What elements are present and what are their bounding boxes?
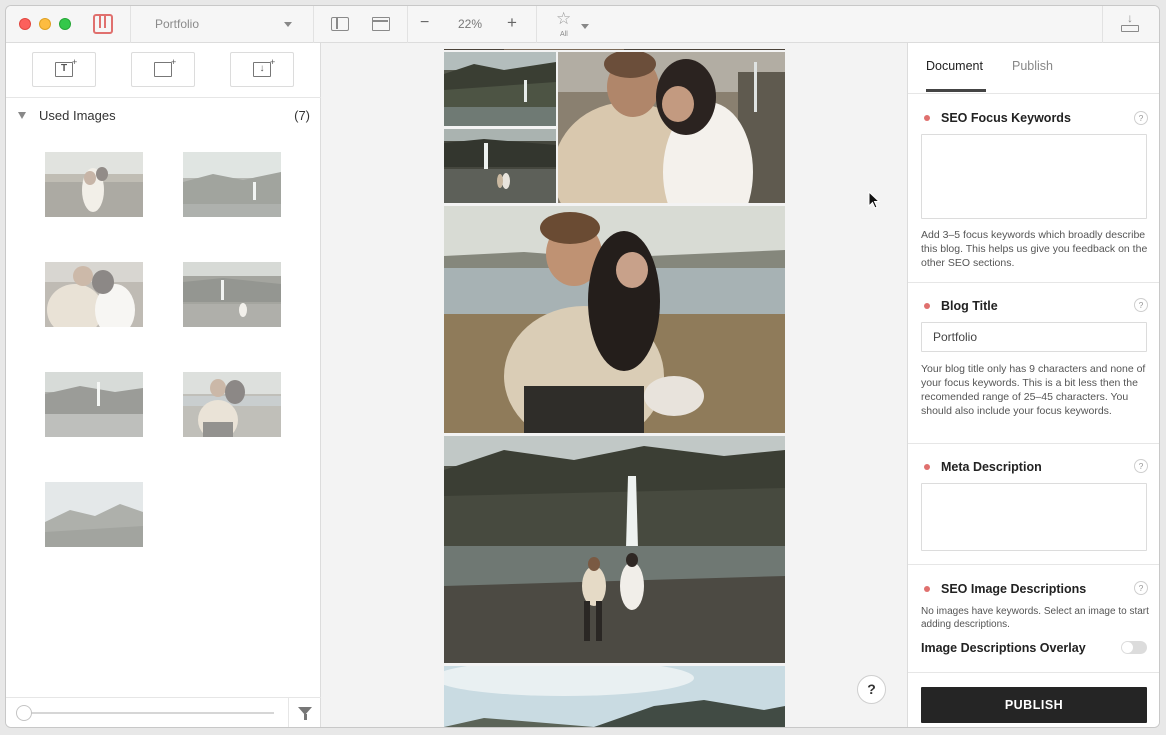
meta-description-section: Meta Description ? (908, 444, 1159, 565)
add-text-block-button[interactable]: T + (32, 52, 96, 87)
canvas-image[interactable] (444, 666, 785, 727)
zoom-level: 22% (458, 17, 483, 31)
used-images-title: Used Images (39, 108, 116, 123)
plus-icon: + (270, 57, 276, 67)
tab-document[interactable]: Document (926, 59, 983, 73)
minimize-window-button[interactable] (39, 18, 51, 30)
seo-images-help: No images have keywords. Select an image… (921, 606, 1149, 630)
canvas-image[interactable] (444, 436, 785, 663)
meta-description-title: Meta Description (941, 460, 1042, 474)
sidebar-footer (6, 697, 321, 727)
filter-button[interactable] (288, 698, 321, 727)
blog-title-section: Blog Title ? Your blog title only has 9 … (908, 283, 1159, 444)
active-tab-indicator (926, 89, 986, 92)
zoom-window-button[interactable] (59, 18, 71, 30)
toolbar: Portfolio − 22% + ☆ All ↓ (6, 6, 1159, 43)
help-icon[interactable]: ? (1134, 581, 1148, 595)
status-dot (924, 303, 930, 309)
plus-icon: + (171, 57, 177, 67)
seo-keywords-help: Add 3–5 focus keywords which broadly des… (921, 229, 1148, 269)
toolbar-divider (1102, 6, 1103, 43)
rating-filter-label: All (560, 31, 568, 38)
toolbar-divider (536, 6, 537, 43)
canvas-image[interactable] (558, 52, 785, 203)
canvas-image[interactable] (444, 129, 556, 203)
help-icon[interactable]: ? (1134, 459, 1148, 473)
image-thumbnail[interactable] (183, 372, 281, 437)
canvas-image[interactable] (444, 52, 556, 126)
zoom-out-button[interactable]: − (420, 14, 429, 32)
blog-title-input[interactable] (921, 322, 1147, 352)
status-dot (924, 586, 930, 592)
thumbnail-size-slider[interactable] (16, 705, 32, 721)
document-selector[interactable]: Portfolio (143, 6, 313, 43)
toolbar-divider (130, 6, 131, 43)
overlay-toggle[interactable] (1121, 641, 1147, 654)
left-sidebar: T + + ↓ + Used Images (7) (6, 43, 321, 727)
meta-description-input[interactable] (921, 483, 1147, 551)
add-image-block-button[interactable]: + (131, 52, 195, 87)
add-import-block-button[interactable]: ↓ + (230, 52, 294, 87)
image-thumbnail[interactable] (183, 152, 281, 217)
publish-button[interactable]: PUBLISH (921, 687, 1147, 723)
status-dot (924, 464, 930, 470)
close-window-button[interactable] (19, 18, 31, 30)
overlay-label: Image Descriptions Overlay (921, 641, 1086, 655)
blog-title-help: Your blog title only has 9 characters an… (921, 363, 1146, 417)
canvas-image[interactable] (444, 43, 785, 50)
thumbnail-size-slider-track[interactable] (22, 712, 274, 714)
canvas-image[interactable] (444, 206, 785, 433)
rating-filter-button[interactable]: ☆ All (553, 9, 589, 41)
collapse-triangle-icon[interactable] (18, 112, 26, 119)
filter-icon (298, 707, 312, 720)
help-icon[interactable]: ? (1134, 111, 1148, 125)
app-window: Portfolio − 22% + ☆ All ↓ T + + ↓ + Used… (6, 6, 1159, 727)
blog-title-label: Blog Title (941, 299, 998, 313)
image-block-icon (154, 62, 172, 77)
panel-toggle-icon[interactable] (331, 17, 349, 31)
zoom-in-button[interactable]: + (507, 13, 517, 33)
image-thumbnail[interactable] (45, 262, 143, 327)
document-name: Portfolio (155, 17, 200, 31)
used-images-header[interactable]: Used Images (7) (6, 105, 321, 127)
seo-images-title: SEO Image Descriptions (941, 582, 1087, 596)
text-block-icon: T (55, 62, 73, 77)
image-thumbnail[interactable] (45, 372, 143, 437)
help-icon[interactable]: ? (1134, 298, 1148, 312)
overlay-row: Image Descriptions Overlay (921, 639, 1147, 657)
help-button[interactable]: ? (857, 675, 886, 704)
panel-tabs: Document Publish (908, 43, 1159, 94)
block-tools: T + + ↓ + (6, 43, 321, 98)
app-logo-icon (93, 14, 113, 34)
page-canvas[interactable]: ? (321, 43, 907, 727)
image-thumbnail[interactable] (183, 262, 281, 327)
folder-icon[interactable] (372, 17, 390, 31)
seo-keywords-section: SEO Focus Keywords ? Add 3–5 focus keywo… (908, 94, 1159, 283)
seo-keywords-input[interactable] (921, 134, 1147, 219)
chevron-down-icon (284, 22, 292, 27)
download-icon[interactable]: ↓ (1121, 11, 1139, 34)
seo-keywords-title: SEO Focus Keywords (941, 111, 1071, 125)
image-thumbnail[interactable] (45, 152, 143, 217)
image-thumbnail[interactable] (45, 482, 143, 547)
toolbar-divider (313, 6, 314, 43)
import-block-icon: ↓ (253, 62, 271, 77)
right-panel: Document Publish SEO Focus Keywords ? Ad… (907, 43, 1159, 727)
star-filter-icon: ☆ (556, 9, 572, 28)
tab-publish[interactable]: Publish (1012, 59, 1053, 73)
chevron-down-icon (581, 24, 589, 29)
status-dot (924, 115, 930, 121)
plus-icon: + (72, 57, 78, 67)
used-images-count: (7) (294, 108, 310, 123)
toolbar-divider (407, 6, 408, 43)
